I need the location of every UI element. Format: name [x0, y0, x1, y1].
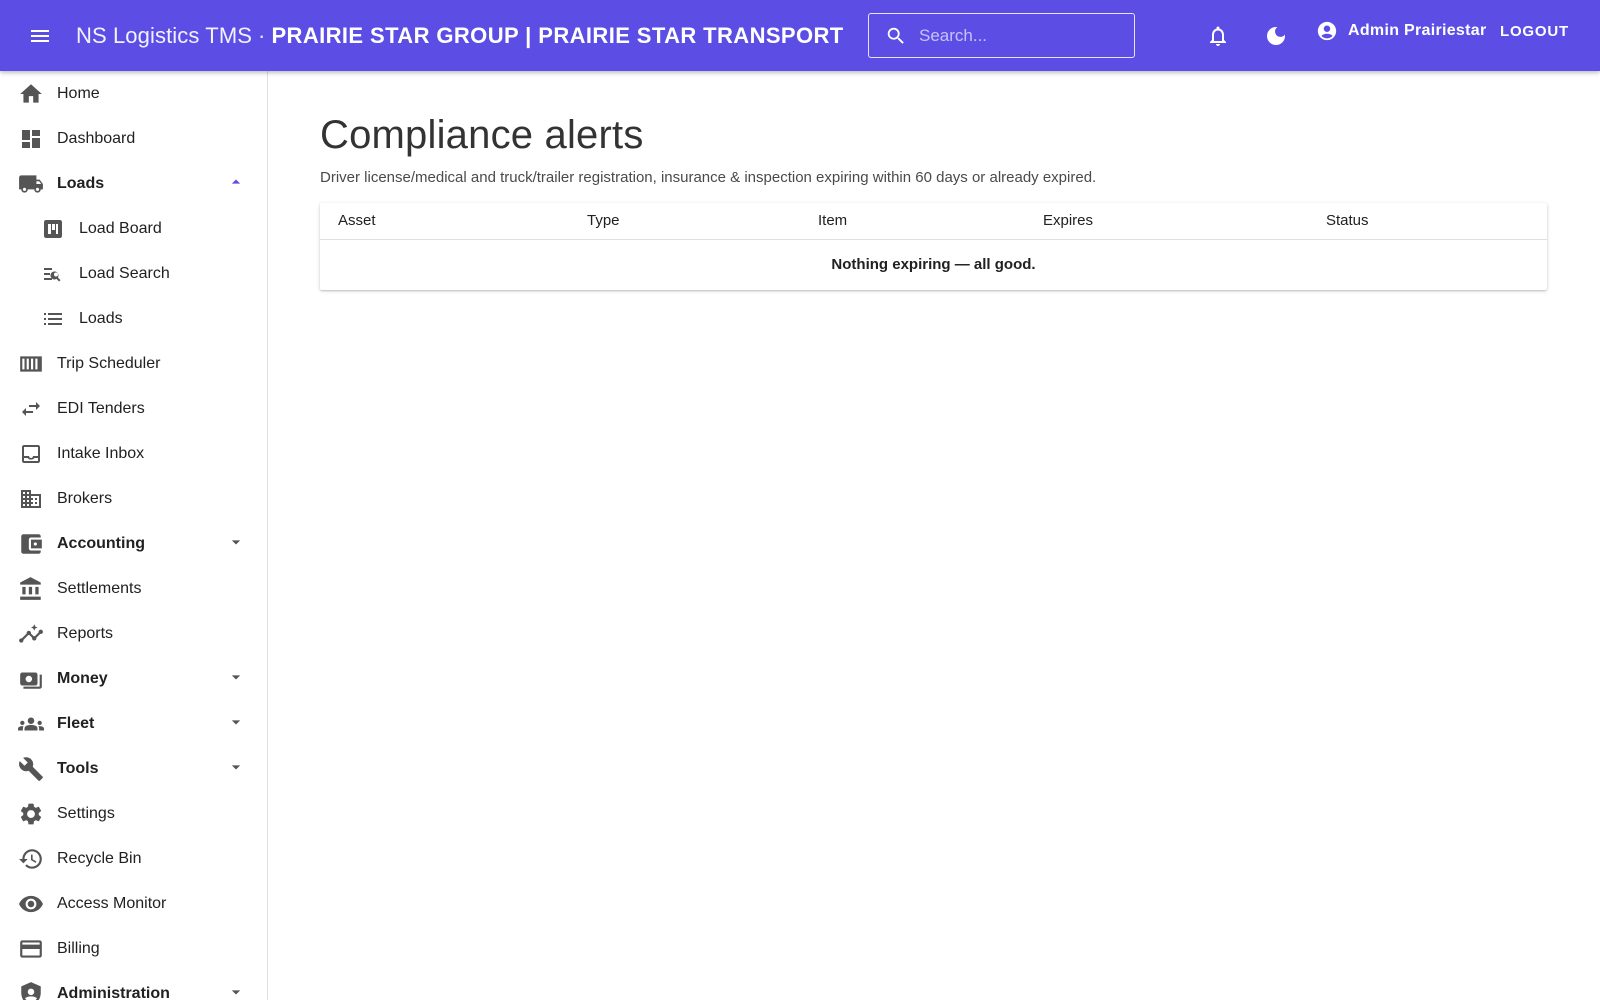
sidebar-group-fleet[interactable]: Fleet — [0, 701, 267, 746]
sidebar-item-label: EDI Tenders — [57, 399, 145, 417]
sidebar-item-loads-list[interactable]: Loads — [0, 296, 267, 341]
insights-icon — [18, 621, 44, 647]
swap-icon — [18, 396, 44, 422]
logout-button[interactable]: LOGOUT — [1500, 23, 1569, 40]
sidebar-item-label: Fleet — [57, 714, 95, 732]
inbox-icon — [18, 441, 44, 467]
sidebar-item-settings[interactable]: Settings — [0, 791, 267, 836]
chevron-down-icon[interactable] — [226, 712, 246, 732]
sidebar-item-label: Billing — [57, 939, 100, 957]
menu-icon[interactable] — [20, 16, 60, 56]
table-empty-message: Nothing expiring — all good. — [831, 256, 1036, 273]
sidebar-item-label: Load Search — [79, 264, 170, 282]
search-input[interactable] — [919, 20, 1119, 51]
app-bar: NS Logistics TMS · PRAIRIE STAR GROUP | PR… — [0, 0, 1600, 71]
sidebar-item-label: Settings — [57, 804, 115, 822]
chevron-up-icon[interactable] — [226, 172, 246, 192]
column-header-item[interactable]: Item — [818, 212, 847, 229]
sidebar-group-accounting[interactable]: Accounting — [0, 521, 267, 566]
sidebar-group-loads[interactable]: Loads — [0, 161, 267, 206]
sidebar-item-label: Brokers — [57, 489, 113, 507]
table-header: Asset Type Item Expires Status — [320, 203, 1547, 240]
sidebar-item-label: Reports — [57, 624, 114, 642]
list-search-icon — [40, 261, 66, 287]
home-icon — [18, 81, 44, 107]
sidebar-item-label: Loads — [79, 309, 123, 327]
sidebar-item-label: Money — [57, 669, 108, 687]
list-icon — [40, 306, 66, 332]
sidebar-item-label: Trip Scheduler — [57, 354, 161, 372]
sidebar-item-label: Access Monitor — [57, 894, 167, 912]
sidebar-item-recycle-bin[interactable]: Recycle Bin — [0, 836, 267, 881]
sidebar-item-dashboard[interactable]: Dashboard — [0, 116, 267, 161]
sidebar-item-billing[interactable]: Billing — [0, 926, 267, 971]
chevron-down-icon[interactable] — [226, 757, 246, 777]
board-icon — [40, 216, 66, 242]
money-icon — [18, 666, 44, 692]
search-box[interactable] — [868, 13, 1135, 58]
sidebar-group-money[interactable]: Money — [0, 656, 267, 701]
sidebar-item-reports[interactable]: Reports — [0, 611, 267, 656]
eye-icon — [18, 891, 44, 917]
account-circle-icon — [1317, 21, 1337, 41]
dashboard-icon — [18, 126, 44, 152]
title-separator: · — [258, 22, 266, 48]
user-name: Admin Prairiestar — [1348, 22, 1487, 39]
sidebar-item-label: Loads — [57, 174, 105, 192]
people-icon — [18, 711, 44, 737]
sidebar-group-administration[interactable]: Administration — [0, 971, 267, 1000]
sidebar-item-home[interactable]: Home — [0, 71, 267, 116]
user-menu[interactable]: Admin Prairiestar — [1316, 20, 1486, 42]
sidebar-item-edi-tenders[interactable]: EDI Tenders — [0, 386, 267, 431]
sidebar-item-brokers[interactable]: Brokers — [0, 476, 267, 521]
compliance-alerts-table: Asset Type Item Expires Status Nothing e… — [320, 203, 1547, 290]
history-icon — [18, 846, 44, 872]
sidebar-item-label: Administration — [57, 984, 170, 1000]
sidebar-item-trip-scheduler[interactable]: Trip Scheduler — [0, 341, 267, 386]
app-title: NS Logistics TMS · PRAIRIE STAR GROUP | PR… — [76, 23, 844, 49]
sidebar-item-label: Recycle Bin — [57, 849, 142, 867]
page-title: Compliance alerts — [320, 113, 644, 157]
wallet-icon — [18, 531, 44, 557]
column-header-status[interactable]: Status — [1326, 212, 1369, 229]
chevron-down-icon[interactable] — [226, 532, 246, 552]
chevron-down-icon[interactable] — [226, 667, 246, 687]
truck-icon — [18, 171, 44, 197]
sidebar-item-access-monitor[interactable]: Access Monitor — [0, 881, 267, 926]
sidebar-item-load-board[interactable]: Load Board — [0, 206, 267, 251]
dark-mode-moon-icon[interactable] — [1256, 16, 1296, 56]
sidebar-item-label: Dashboard — [57, 129, 136, 147]
wrench-icon — [18, 756, 44, 782]
sidebar-item-label: Accounting — [57, 534, 145, 552]
sidebar-item-label: Settlements — [57, 579, 142, 597]
column-header-type[interactable]: Type — [587, 212, 620, 229]
sidebar-item-load-search[interactable]: Load Search — [0, 251, 267, 296]
sidebar: Home Dashboard Loads Load Board Load Sea… — [0, 71, 268, 1000]
sidebar-item-label: Home — [57, 84, 100, 102]
admin-shield-icon — [18, 981, 44, 1000]
search-icon — [887, 27, 904, 44]
bank-icon — [18, 576, 44, 602]
main-content: Compliance alerts Driver license/medical… — [268, 71, 1600, 1000]
credit-card-icon — [18, 936, 44, 962]
sidebar-item-label: Intake Inbox — [57, 444, 145, 462]
sidebar-item-settlements[interactable]: Settlements — [0, 566, 267, 611]
tenant-name: PRAIRIE STAR GROUP | PRAIRIE STAR TRANSP… — [271, 22, 844, 48]
calendar-view-icon — [18, 351, 44, 377]
notifications-bell-icon[interactable] — [1198, 16, 1238, 56]
gear-icon — [18, 801, 44, 827]
sidebar-item-label: Load Board — [79, 219, 162, 237]
column-header-expires[interactable]: Expires — [1043, 212, 1093, 229]
chevron-down-icon[interactable] — [226, 982, 246, 1000]
column-header-asset[interactable]: Asset — [338, 212, 376, 229]
sidebar-item-intake-inbox[interactable]: Intake Inbox — [0, 431, 267, 476]
business-icon — [18, 486, 44, 512]
app-brand: NS Logistics TMS — [76, 22, 253, 48]
sidebar-group-tools[interactable]: Tools — [0, 746, 267, 791]
page-description: Driver license/medical and truck/trailer… — [320, 169, 1097, 186]
sidebar-item-label: Tools — [57, 759, 99, 777]
